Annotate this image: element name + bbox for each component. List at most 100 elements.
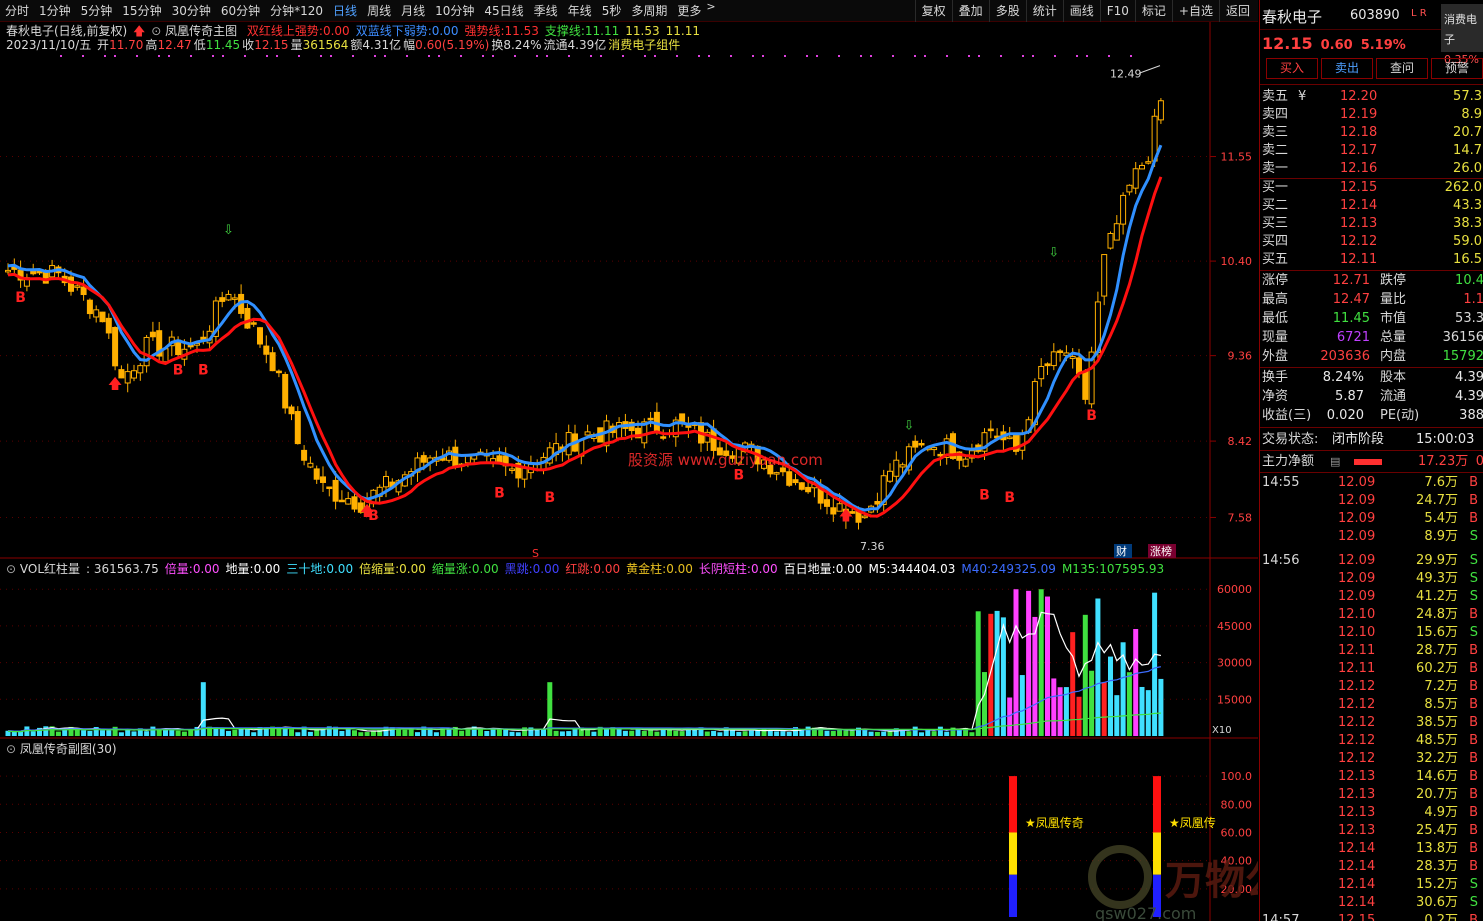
candle-body [5,269,11,273]
sell-button[interactable]: 卖出 [1321,58,1373,79]
bid-volume: 43.3 [1453,198,1482,213]
volume-bar [1133,629,1139,736]
stat-label: 现量 [1262,330,1289,345]
indicator-item-label: 支撑线: [544,24,585,38]
tab-timeframe[interactable]: 周线 [362,0,396,22]
stat-value: 0.020 [1326,408,1364,423]
ask-label: 卖一 [1262,161,1289,176]
volume-item-value: 0.00 [593,562,621,576]
trade-row: 14:57 12.15 0.2万 B [1260,912,1483,921]
toolbar-button[interactable]: F10 [1099,0,1135,22]
stat-value: 1.1 [1463,292,1483,307]
tab-timeframe[interactable]: 日线 [328,0,362,22]
trade-buttons: 买入 卖出 查问 预警 [1266,58,1483,79]
signal-dot [1086,55,1088,57]
trade-row: 12.13 14.6万 B [1260,768,1483,786]
stat-value: 53.3 [1455,311,1483,326]
signal-dot [114,55,116,57]
tab-timeframe[interactable]: 季线 [529,0,563,22]
volume-bar [1051,678,1057,736]
sub-indicator-name[interactable]: 凤凰传奇副图(30) [20,742,117,756]
tab-timeframe[interactable]: 月线 [396,0,430,22]
trade-direction: S [1469,877,1478,892]
candle-body [307,462,314,468]
volume-item-value: 0.00 [326,562,354,576]
status-label: 交易状态: [1262,432,1319,447]
buy-button[interactable]: 买入 [1266,58,1318,79]
signal-dot [1032,55,1034,57]
tab-timeframe[interactable]: 45日线 [479,0,528,22]
bid-label: 买四 [1262,234,1289,249]
trade-price: 12.14 [1338,877,1376,892]
candle-body [987,428,994,432]
toolbar-button[interactable]: 画线 [1062,0,1100,22]
volume-bar [912,726,918,736]
signal-bar-blue [1009,874,1017,917]
signal-dot [60,55,62,57]
candle-body [1057,350,1064,354]
signal-dot [212,55,214,57]
signal-dot [838,55,840,57]
tab-timeframe[interactable]: 年线 [563,0,597,22]
volume-bar [251,732,257,736]
candle-body [68,276,74,292]
collapse-icon[interactable]: ⊙ [6,742,16,756]
candle-body [288,406,295,415]
tab-timeframe[interactable]: 5分钟 [76,0,118,22]
trade-price: 12.09 [1338,589,1376,604]
collapse-icon[interactable]: ⊙ [6,562,16,576]
candle-body [1101,254,1108,297]
trade-price: 12.11 [1338,643,1376,658]
candle-body [149,331,156,338]
trade-row: 12.09 49.3万 S [1260,570,1483,588]
candle-body [112,326,119,367]
volume-item-label: M5: [868,562,891,576]
volume-indicator-name[interactable]: VOL红柱量 [20,562,80,576]
tab-timeframe[interactable]: 多周期 [626,0,672,22]
volume-item-value: 0.00 [399,562,426,576]
toolbar-button[interactable]: 叠加 [951,0,989,22]
toolbar-button[interactable]: +自选 [1171,0,1219,22]
signal-dot [438,55,440,57]
up-arrow-icon: 🡅 [360,504,374,520]
tab-timeframe[interactable]: 10分钟 [430,0,479,22]
tab-timeframe[interactable]: 更多 [672,0,706,22]
stat-row: 收益(三) 0.020 PE(动) 388 [1260,407,1483,425]
toolbar-button[interactable]: 复权 [914,0,952,22]
sector-box[interactable]: 消费电子 0.35% [1441,4,1483,66]
kline-chart[interactable]: 11.5510.409.368.427.58BB BBB BBB BB🡅🡅 🡅⇩⇩⇩12… [0,22,1258,921]
stat-value: 10.4 [1455,273,1483,288]
volume-bar [774,731,780,736]
stat-label: 最高 [1262,292,1289,307]
collapse-icon[interactable]: ⊙ [151,24,161,38]
tab-timeframe[interactable]: 60分钟 [216,0,265,22]
ask-volume: 57.3 [1453,89,1482,104]
alert-button[interactable]: 预警 [1431,58,1483,79]
volume-bar [352,730,357,736]
query-button[interactable]: 查问 [1376,58,1428,79]
trade-direction: B [1469,493,1478,508]
buy-signal-label: B [15,290,26,306]
volume-item: 三十地:0.00 [286,562,353,576]
trade-volume: 49.3万 [1416,571,1458,586]
list-icon[interactable]: ▤ [1330,453,1340,471]
tab-timeframe[interactable]: 分钟*120 [265,0,328,22]
tab-timeframe[interactable]: 30分钟 [167,0,216,22]
tab-timeframe[interactable]: 分时 [0,0,34,22]
bid-row: 买四 12.12 59.0 [1260,233,1483,251]
stat-label: 股本 [1380,370,1407,385]
ohlc-value: 4.31亿 [362,38,402,52]
mainflow-label: 主力净额 [1262,454,1315,469]
tab-timeframe[interactable]: 15分钟 [117,0,166,22]
chevron-right-icon[interactable]: > [706,0,715,22]
toolbar-button[interactable]: 标记 [1134,0,1172,22]
indicator-name[interactable]: 凤凰传奇主图 [165,24,237,38]
stock-code: 603890 [1350,8,1400,23]
toolbar-button[interactable]: 统计 [1025,0,1063,22]
tab-timeframe[interactable]: 1分钟 [34,0,76,22]
toolbar-button[interactable]: 多股 [988,0,1026,22]
tab-timeframe[interactable]: 5秒 [597,0,627,22]
toolbar-button[interactable]: 返回 [1218,0,1256,22]
bid-price: 12.14 [1340,198,1378,213]
up-arrow-icon: 🡅 [108,376,122,392]
